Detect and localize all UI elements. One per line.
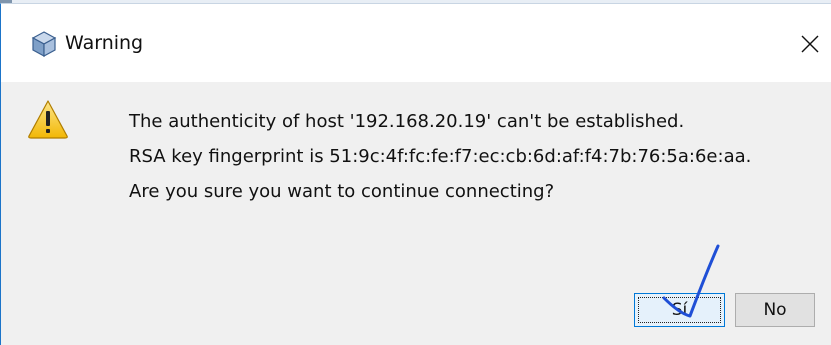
focus-ring [638,297,721,323]
title-bar[interactable]: Warning [1,4,831,82]
yes-button[interactable]: Sí [634,293,725,327]
message-text: The authenticity of host '192.168.20.19'… [129,104,829,209]
no-button[interactable]: No [735,293,815,327]
close-icon [801,35,819,53]
java-cube-icon [31,30,57,58]
close-button[interactable] [790,22,828,64]
dialog-content: The authenticity of host '192.168.20.19'… [1,82,831,345]
warning-dialog: Warning The authenticity of host '192.16… [0,3,831,345]
screen: Warning The authenticity of host '192.16… [0,0,831,345]
message-line-question: Are you sure you want to continue connec… [129,181,555,202]
dialog-title: Warning [65,32,144,54]
warning-icon [27,99,69,139]
message-line-host: The authenticity of host '192.168.20.19'… [129,111,685,132]
message-line-fingerprint: RSA key fingerprint is 51:9c:4f:fc:fe:f7… [129,146,752,167]
no-button-label: No [763,300,787,320]
